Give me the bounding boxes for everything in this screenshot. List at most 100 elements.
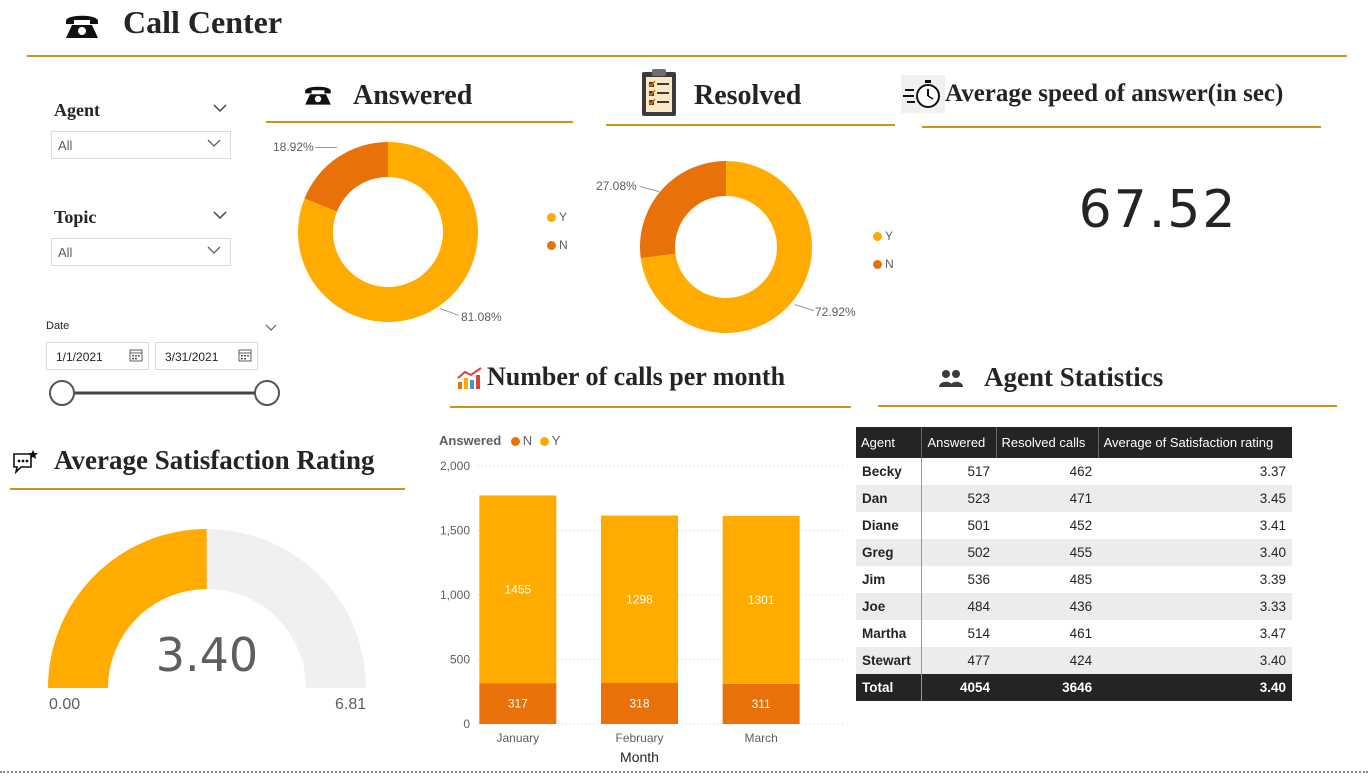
table-row[interactable]: Jim 536 485 3.39 bbox=[856, 566, 1292, 593]
bar-data-label: 317 bbox=[508, 697, 528, 711]
column-header-satisfaction[interactable]: Average of Satisfaction rating bbox=[1097, 427, 1292, 458]
x-axis-label: Month bbox=[620, 749, 659, 765]
answered-divider bbox=[266, 121, 573, 123]
x-tick-label: March bbox=[744, 731, 777, 745]
slider-end-handle bbox=[254, 380, 280, 406]
topic-dropdown[interactable]: All bbox=[51, 238, 231, 266]
table-row[interactable]: Martha 514 461 3.47 bbox=[856, 620, 1292, 647]
resolved-legend-n[interactable]: N bbox=[873, 257, 894, 271]
gauge-max-label: 6.81 bbox=[335, 696, 367, 713]
answered-phone-icon bbox=[302, 82, 334, 113]
cell-agent: Dan bbox=[856, 485, 923, 512]
resolved-title: Resolved bbox=[694, 80, 802, 111]
gauge-min-label: 0.00 bbox=[49, 696, 81, 713]
resolved-legend-y-label: Y bbox=[885, 229, 894, 243]
resolved-legend-y[interactable]: Y bbox=[873, 229, 893, 243]
date-start-value: 1/1/2021 bbox=[56, 350, 103, 364]
topic-slicer-collapse-icon[interactable] bbox=[212, 208, 228, 226]
agent-slicer-label: Agent bbox=[54, 100, 100, 120]
calendar-icon[interactable] bbox=[238, 348, 252, 365]
agent-dropdown[interactable]: All bbox=[51, 131, 231, 159]
line-chart-icon bbox=[456, 366, 484, 395]
cell-resolved: 471 bbox=[996, 485, 1099, 512]
date-range-slider[interactable] bbox=[48, 378, 282, 408]
cell-satisfaction: 3.39 bbox=[1259, 572, 1286, 587]
total-answered: 4054 bbox=[921, 674, 997, 701]
agent-slicer-collapse-icon[interactable] bbox=[212, 101, 228, 119]
cell-answered: 501 bbox=[967, 518, 991, 533]
answered-legend-y-label: Y bbox=[559, 210, 568, 224]
resolved-slice-n[interactable] bbox=[640, 161, 726, 259]
satisfaction-value: 3.40 bbox=[155, 628, 259, 682]
cell-resolved: 485 bbox=[1069, 572, 1093, 587]
calls-title: Number of calls per month bbox=[487, 362, 786, 391]
clipboard-checklist-icon bbox=[640, 68, 678, 123]
bar-data-label: 318 bbox=[629, 696, 649, 710]
column-header-answered[interactable]: Answered bbox=[921, 427, 997, 458]
bar-data-label: 1301 bbox=[748, 593, 775, 607]
cell-answered: 517 bbox=[967, 464, 991, 479]
cell-resolved: 461 bbox=[1069, 626, 1093, 641]
cell-resolved: 452 bbox=[1069, 518, 1093, 533]
calls-legend-y[interactable]: Y bbox=[539, 433, 560, 448]
bar-data-label: 1455 bbox=[504, 582, 531, 596]
cell-agent: Becky bbox=[856, 458, 923, 485]
cell-answered: 502 bbox=[921, 539, 997, 566]
table-row[interactable]: Joe 484 436 3.33 bbox=[856, 593, 1292, 620]
cell-satisfaction: 3.47 bbox=[1259, 626, 1286, 641]
cell-agent: Joe bbox=[856, 593, 923, 620]
answered-slice-n[interactable] bbox=[304, 142, 388, 212]
calls-divider bbox=[450, 406, 851, 408]
cell-answered: 477 bbox=[921, 647, 997, 674]
answered-legend-n-label: N bbox=[559, 238, 568, 252]
people-icon bbox=[938, 368, 964, 393]
date-end-value: 3/31/2021 bbox=[165, 350, 219, 364]
cell-answered: 484 bbox=[921, 593, 997, 620]
date-start-input[interactable]: 1/1/2021 bbox=[46, 342, 149, 370]
speed-divider bbox=[922, 126, 1321, 128]
date-slicer-collapse-icon[interactable] bbox=[265, 320, 277, 338]
cell-agent: Stewart bbox=[856, 647, 923, 674]
calendar-icon[interactable] bbox=[129, 348, 143, 365]
table-row[interactable]: Dan 523 471 3.45 bbox=[856, 485, 1292, 512]
answered-n-leader bbox=[315, 147, 337, 148]
satisfaction-title: Average Satisfaction Rating bbox=[54, 445, 375, 475]
date-end-input[interactable]: 3/31/2021 bbox=[155, 342, 258, 370]
agents-title: Agent Statistics bbox=[984, 362, 1164, 392]
cell-resolved: 424 bbox=[996, 647, 1099, 674]
agent-stats-table: Agent Answered Resolved calls Average of… bbox=[856, 427, 1292, 701]
x-tick-label: January bbox=[496, 731, 539, 745]
answered-donut-chart bbox=[298, 142, 478, 322]
slider-start-handle bbox=[49, 380, 75, 406]
cell-satisfaction: 3.40 bbox=[1098, 539, 1292, 566]
cell-resolved: 462 bbox=[1069, 464, 1093, 479]
answered-y-label: 81.08% bbox=[461, 310, 502, 324]
table-row[interactable]: Diane 501 452 3.41 bbox=[856, 512, 1292, 539]
agent-dropdown-value: All bbox=[58, 138, 73, 153]
cell-satisfaction: 3.41 bbox=[1259, 518, 1286, 533]
calls-legend-n[interactable]: N bbox=[510, 433, 533, 448]
bar-data-label: 1298 bbox=[626, 592, 653, 606]
cell-resolved: 436 bbox=[996, 593, 1099, 620]
table-row[interactable]: Stewart 477 424 3.40 bbox=[856, 647, 1292, 674]
y-tick-label: 1,000 bbox=[440, 588, 470, 602]
resolved-donut-chart bbox=[640, 161, 812, 333]
calls-bar-chart: 0 500 1,000 1,500 2,000 317 1455 January 318 1298… bbox=[440, 459, 843, 765]
chat-rating-icon bbox=[11, 447, 41, 482]
column-header-resolved[interactable]: Resolved calls bbox=[995, 427, 1099, 458]
cell-answered: 536 bbox=[967, 572, 991, 587]
column-header-agent[interactable]: Agent bbox=[856, 427, 922, 458]
table-row[interactable]: Becky 517 462 3.37 bbox=[856, 458, 1292, 485]
cell-answered: 523 bbox=[921, 485, 997, 512]
resolved-legend-n-label: N bbox=[885, 257, 894, 271]
table-row[interactable]: Greg 502 455 3.40 bbox=[856, 539, 1292, 566]
stopwatch-icon bbox=[901, 75, 945, 113]
cell-agent: Jim bbox=[856, 566, 923, 593]
y-tick-label: 2,000 bbox=[440, 459, 470, 473]
cell-answered: 514 bbox=[967, 626, 991, 641]
page-title: Call Center bbox=[123, 4, 283, 40]
answered-legend-y[interactable]: Y bbox=[547, 210, 567, 224]
calls-legend-n-label: N bbox=[522, 433, 533, 448]
y-tick-label: 0 bbox=[463, 717, 470, 731]
answered-legend-n[interactable]: N bbox=[547, 238, 568, 252]
